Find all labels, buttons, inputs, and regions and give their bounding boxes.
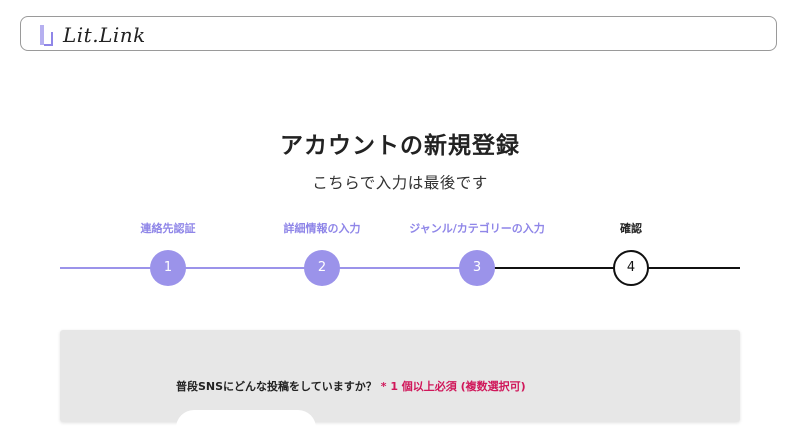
stepper-line-remaining <box>477 267 740 269</box>
question-text: 普段SNSにどんな投稿をしていますか？ <box>176 380 377 393</box>
step-label: 確認 <box>620 222 642 235</box>
step-circle: 1 <box>150 250 186 286</box>
progress-stepper: 連絡先認証 1 詳細情報の入力 2 ジャンル/カテゴリーの入力 3 確認 4 <box>0 0 800 300</box>
step-circle: 3 <box>459 250 495 286</box>
step-circle: 4 <box>613 250 649 286</box>
step-4: 確認 4 <box>551 220 711 286</box>
step-3: ジャンル/カテゴリーの入力 3 <box>397 220 557 286</box>
step-label: 詳細情報の入力 <box>283 222 361 235</box>
form-panel: 普段SNSにどんな投稿をしていますか？ * 1 個以上必須 (複数選択可) <box>60 330 740 446</box>
stepper-line-completed <box>60 267 477 269</box>
step-2: 詳細情報の入力 2 <box>242 220 402 286</box>
post-type-option-chip[interactable] <box>176 410 316 446</box>
step-1: 連絡先認証 1 <box>88 220 248 286</box>
step-label: 連絡先認証 <box>140 222 196 235</box>
step-circle: 2 <box>304 250 340 286</box>
required-note: * 1 個以上必須 (複数選択可) <box>380 380 526 393</box>
step-label: ジャンル/カテゴリーの入力 <box>409 222 545 235</box>
sns-post-question: 普段SNSにどんな投稿をしていますか？ * 1 個以上必須 (複数選択可) <box>176 378 526 394</box>
